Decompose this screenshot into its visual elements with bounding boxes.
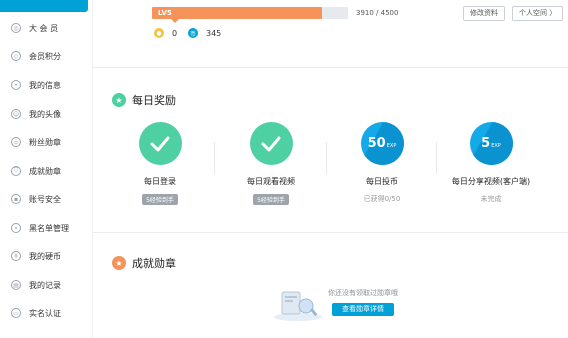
sidebar-item-blacklist[interactable]: • 黑名单管理 bbox=[0, 215, 92, 241]
sidebar-item-avatar[interactable]: ☺ 我的头像 bbox=[0, 101, 92, 127]
level-progress-fill bbox=[152, 7, 323, 19]
reward-label: 每日登录 bbox=[144, 177, 176, 186]
blacklist-icon: • bbox=[11, 223, 21, 233]
reward-coin: 50 EXP 每日投币 已获得0/50 bbox=[332, 122, 432, 204]
sidebar-item-label: 成就勋章 bbox=[29, 166, 61, 176]
sidebar-item-label: 大 会 员 bbox=[29, 23, 59, 33]
edit-profile-button[interactable]: 修改资料 bbox=[463, 6, 505, 21]
reward-watch-video: 每日观看视频 5经验到手 bbox=[221, 122, 321, 206]
sidebar-item-records[interactable]: ▤ 我的记录 bbox=[0, 272, 92, 298]
sidebar-item-label: 我的头像 bbox=[29, 109, 61, 119]
hard-coin-count: ● 0 bbox=[154, 28, 177, 38]
exp-badge-icon: 5 EXP bbox=[469, 122, 513, 165]
exp-value: 5 bbox=[481, 136, 491, 151]
reward-label: 每日投币 bbox=[366, 177, 398, 186]
level-exp-text: 3910 / 4500 bbox=[356, 9, 399, 17]
level-pointer-icon bbox=[171, 19, 179, 23]
sidebar-item-fan-medal[interactable]: ▫ 粉丝勋章 bbox=[0, 129, 92, 155]
sidebar-item-label: 我的硬币 bbox=[29, 251, 61, 261]
view-medal-details-button[interactable]: 查看勋章详情 bbox=[332, 303, 394, 316]
avatar-icon: ☺ bbox=[11, 109, 21, 119]
sidebar-item-label: 会员积分 bbox=[29, 51, 61, 61]
empty-state-text: 你还没有领取过勋章哦 bbox=[328, 289, 398, 297]
reward-tag: 5经验到手 bbox=[253, 194, 289, 205]
reward-tag: 5经验到手 bbox=[142, 194, 178, 205]
separator bbox=[436, 142, 437, 174]
exp-value: 50 bbox=[367, 136, 386, 151]
empty-state-icon bbox=[274, 291, 322, 321]
level-badge: LV5 bbox=[158, 9, 172, 17]
exp-unit: EXP bbox=[386, 142, 397, 149]
points-icon: ◇ bbox=[11, 51, 21, 61]
sidebar-item-label: 黑名单管理 bbox=[29, 223, 69, 233]
sidebar-item-vip[interactable]: ◎ 大 会 员 bbox=[0, 15, 92, 41]
sidebar: ◎ 大 会 员 ◇ 会员积分 • 我的信息 ☺ 我的头像 ▫ 粉丝勋章 ⛉ 成就… bbox=[0, 0, 93, 338]
shield-icon: ⛉ bbox=[11, 166, 21, 176]
divider bbox=[92, 67, 568, 68]
exp-badge-icon: 50 EXP bbox=[360, 122, 404, 165]
daily-reward-title: ★ 每日奖励 bbox=[112, 92, 176, 108]
sidebar-item-label: 账号安全 bbox=[29, 194, 61, 204]
coin-icon: ¥ bbox=[11, 251, 21, 261]
separator bbox=[326, 142, 327, 174]
sidebar-item-label: 实名认证 bbox=[29, 308, 61, 318]
personal-space-button[interactable]: 个人空间 〉 bbox=[512, 6, 564, 21]
gift-icon: ★ bbox=[112, 93, 126, 107]
sidebar-item-info[interactable]: • 我的信息 bbox=[0, 72, 92, 98]
hard-coin-icon: ● bbox=[154, 28, 164, 38]
divider bbox=[92, 232, 568, 233]
achievement-title: ★ 成就勋章 bbox=[112, 255, 176, 271]
sidebar-item-label: 粉丝勋章 bbox=[29, 137, 61, 147]
reward-status: 已获得0/50 bbox=[363, 195, 401, 203]
b-coin-icon: 币 bbox=[188, 28, 198, 38]
daily-reward-title-text: 每日奖励 bbox=[132, 94, 176, 107]
separator bbox=[214, 142, 215, 174]
achievement-title-text: 成就勋章 bbox=[132, 257, 176, 270]
reward-share: 5 EXP 每日分享视频(客户端) 未完成 bbox=[441, 122, 541, 204]
sidebar-item-label: 我的记录 bbox=[29, 280, 61, 290]
check-icon bbox=[249, 122, 293, 165]
id-card-icon: ▭ bbox=[11, 308, 21, 318]
star-icon: ★ bbox=[112, 256, 126, 270]
vip-icon: ◎ bbox=[11, 23, 21, 33]
reward-label: 每日观看视频 bbox=[247, 177, 295, 186]
sidebar-item-realname[interactable]: ▭ 实名认证 bbox=[0, 300, 92, 326]
b-coin-value: 345 bbox=[206, 28, 222, 38]
reward-login: 每日登录 5经验到手 bbox=[110, 122, 210, 206]
b-coin-count: 币 345 bbox=[188, 28, 221, 38]
user-icon: • bbox=[11, 80, 21, 90]
sidebar-active-item[interactable] bbox=[0, 0, 88, 12]
sidebar-item-points[interactable]: ◇ 会员积分 bbox=[0, 43, 92, 69]
sidebar-item-coins[interactable]: ¥ 我的硬币 bbox=[0, 243, 92, 269]
hard-coin-value: 0 bbox=[172, 28, 178, 38]
sidebar-item-security[interactable]: ▪ 账号安全 bbox=[0, 186, 92, 212]
record-icon: ▤ bbox=[11, 280, 21, 290]
reward-label: 每日分享视频(客户端) bbox=[451, 177, 531, 186]
lock-icon: ▪ bbox=[11, 194, 21, 204]
sidebar-item-achievement[interactable]: ⛉ 成就勋章 bbox=[0, 158, 92, 184]
sidebar-item-label: 我的信息 bbox=[29, 80, 61, 90]
level-progress-bar: LV5 bbox=[152, 7, 348, 19]
check-icon bbox=[138, 122, 182, 165]
exp-unit: EXP bbox=[491, 142, 501, 149]
reward-status: 未完成 bbox=[480, 195, 502, 203]
medal-icon: ▫ bbox=[11, 137, 21, 147]
